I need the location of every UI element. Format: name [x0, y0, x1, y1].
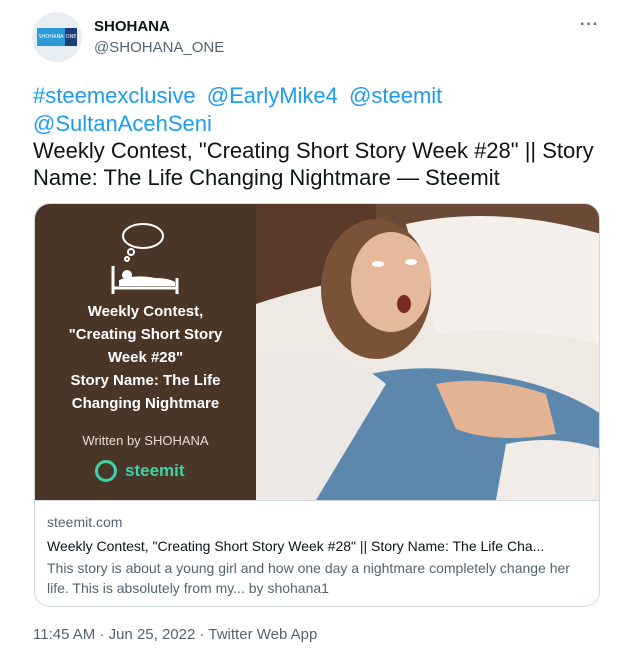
author-handle[interactable]: @SHOHANA_ONE: [94, 39, 224, 56]
poster-author: Written by SHOHANA: [82, 433, 209, 448]
photo-illustration: [256, 204, 599, 500]
poster-brand-label: steemit: [125, 461, 185, 480]
avatar-logo-right: ONE: [65, 28, 77, 46]
mention-link[interactable]: @steemit: [349, 83, 442, 108]
hashtags-mentions: #steemexclusive @EarlyMike4 @steemit @Su…: [33, 82, 593, 138]
hashtag-link[interactable]: #steemexclusive: [33, 83, 196, 108]
poster-title-line: Story Name: The Life: [70, 372, 221, 389]
steemit-logo-icon: [95, 460, 117, 482]
card-description: This story is about a young girl and how…: [47, 560, 570, 596]
card-image[interactable]: Weekly Contest, "Creating Short Story We…: [35, 204, 599, 500]
link-card[interactable]: Weekly Contest, "Creating Short Story We…: [34, 203, 600, 607]
author-name[interactable]: SHOHANA: [94, 18, 170, 35]
avatar[interactable]: SHOHANA ONE: [32, 12, 82, 62]
poster-brand: steemit: [95, 460, 185, 482]
tweet: SHOHANA ONE SHOHANA @SHOHANA_ONE ··· #st…: [0, 0, 634, 653]
poster-title-line: "Creating Short Story: [68, 326, 223, 343]
poster-title-line: Weekly Contest,: [87, 303, 204, 320]
tweet-timestamp[interactable]: 11:45 AM · Jun 25, 2022 · Twitter Web Ap…: [33, 626, 317, 643]
more-options-icon[interactable]: ···: [580, 16, 599, 34]
tweet-text: Weekly Contest, "Creating Short Story We…: [33, 138, 594, 190]
poster-title-line: Week #28": [107, 349, 184, 366]
poster-title-line: Changing Nightmare: [71, 395, 220, 412]
sleeping-bed-icon: [111, 223, 179, 294]
avatar-logo-left: SHOHANA: [37, 28, 65, 46]
card-meta[interactable]: steemit.com Weekly Contest, "Creating Sh…: [35, 500, 599, 606]
card-domain: steemit.com: [47, 514, 123, 530]
avatar-logo: SHOHANA ONE: [37, 28, 77, 46]
mention-link[interactable]: @SultanAcehSeni: [33, 111, 212, 136]
poster-title: Weekly Contest, "Creating Short Story We…: [35, 300, 256, 415]
poster-panel: Weekly Contest, "Creating Short Story We…: [35, 204, 256, 500]
card-title: Weekly Contest, "Creating Short Story We…: [47, 538, 545, 554]
photo-girl-in-bed: [256, 204, 599, 500]
mention-link[interactable]: @EarlyMike4: [207, 83, 338, 108]
